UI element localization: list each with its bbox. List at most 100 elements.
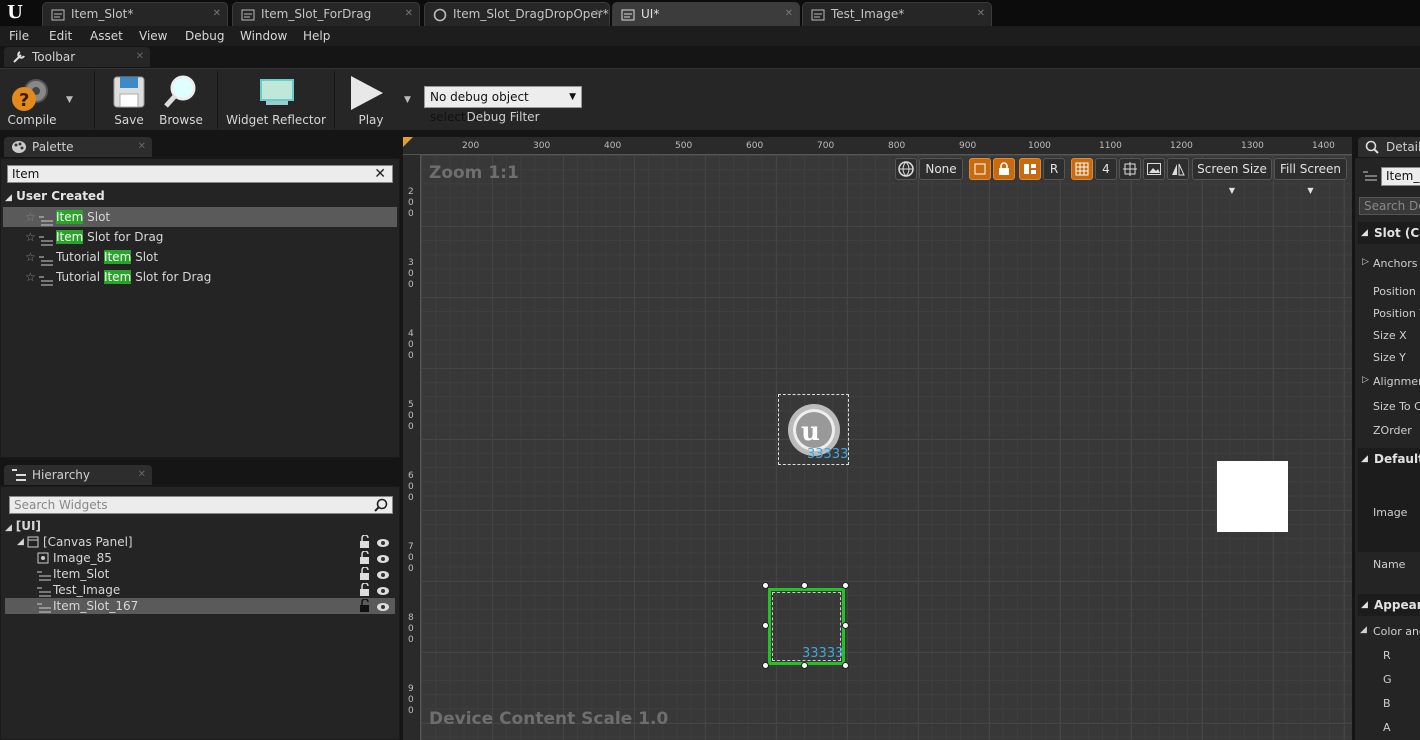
tab-item-slot[interactable]: Item_Slot* ✕ <box>42 2 228 26</box>
localization-preview-button[interactable] <box>895 158 917 180</box>
palette-tab[interactable]: Palette ✕ <box>4 137 152 157</box>
ruler-x-label: 1200 <box>1170 141 1193 151</box>
close-icon[interactable]: ✕ <box>138 137 146 157</box>
widget-reflector-button[interactable]: Widget Reflector <box>226 69 326 131</box>
ruler-x-label: 900 <box>959 141 977 151</box>
item-slot-167-widget[interactable]: 33333 <box>768 588 845 665</box>
save-button[interactable]: Save <box>106 69 152 131</box>
palette-panel: Item ✕ ◢ User Created ☆ Item Slot ☆ Item… <box>0 158 400 458</box>
hierarchy-row-item-slot-167[interactable]: Item_Slot_167 <box>5 598 395 614</box>
favorite-star-icon[interactable]: ☆ <box>25 207 36 227</box>
resize-handle[interactable] <box>842 622 849 629</box>
lock-visibility-controls <box>359 566 391 581</box>
palette-item-item-slot[interactable]: ☆ Item Slot <box>3 207 397 227</box>
close-icon[interactable]: ✕ <box>595 3 603 25</box>
unlock-icon[interactable] <box>359 598 371 616</box>
resize-handle[interactable] <box>762 662 769 669</box>
close-icon[interactable]: ✕ <box>136 47 144 67</box>
collapse-arrow-icon[interactable]: ◢ <box>1360 625 1367 635</box>
menu-file[interactable]: File <box>9 27 29 45</box>
image-icon <box>1147 163 1161 175</box>
palette-item-item-slot-for-drag[interactable]: ☆ Item Slot for Drag <box>3 227 397 247</box>
toggle-layout-button[interactable] <box>1019 158 1041 180</box>
design-canvas[interactable]: Zoom 1:1 Device Content Scale 1.0 None R… <box>421 155 1352 740</box>
test-image-widget[interactable] <box>1217 461 1288 532</box>
close-icon[interactable]: ✕ <box>138 465 146 485</box>
zoom-to-fit-button[interactable] <box>1119 158 1141 180</box>
clear-search-icon[interactable]: ✕ <box>374 166 386 182</box>
compile-button[interactable]: ? Compile <box>4 69 60 131</box>
toggle-outline-button[interactable] <box>969 158 991 180</box>
hierarchy-row-root[interactable]: ◢ [UI] <box>5 518 395 534</box>
resize-handle[interactable] <box>762 622 769 629</box>
tab-item-slot-fordrag[interactable]: Item_Slot_ForDrag ✕ <box>232 2 420 26</box>
play-options-dropdown-icon[interactable]: ▼ <box>404 95 411 105</box>
hierarchy-row-canvas-panel[interactable]: ◢ [Canvas Panel] <box>5 534 395 550</box>
resize-handle[interactable] <box>842 662 849 669</box>
hierarchy-row-item-slot[interactable]: Item_Slot <box>5 566 395 582</box>
eye-icon[interactable] <box>376 600 390 616</box>
culture-dropdown[interactable]: None <box>919 158 963 180</box>
toolbar-tab[interactable]: Toolbar ✕ <box>4 47 150 67</box>
expand-arrow-icon[interactable]: ▷ <box>1362 257 1369 267</box>
close-icon[interactable]: ✕ <box>405 3 413 25</box>
flip-preview-button[interactable] <box>1167 158 1189 180</box>
resize-handle[interactable] <box>842 582 849 589</box>
menu-bar: File Edit Asset View Debug Window Help <box>0 26 1420 46</box>
resize-handle[interactable] <box>801 582 808 589</box>
favorite-star-icon[interactable]: ☆ <box>25 247 36 267</box>
screen-size-dropdown[interactable]: Screen Size ▼ <box>1192 158 1272 195</box>
close-icon[interactable]: ✕ <box>785 3 793 25</box>
section-slot[interactable]: ◢ Slot (Can <box>1358 222 1420 244</box>
section-appearance[interactable]: ◢ Appeara <box>1358 594 1420 616</box>
widget-name-input[interactable]: Item_S <box>1381 167 1420 186</box>
close-icon[interactable]: ✕ <box>977 3 985 25</box>
background-image-button[interactable] <box>1143 158 1165 180</box>
details-search-input[interactable]: Search Det <box>1359 197 1420 215</box>
palette-item-tutorial-item-slot[interactable]: ☆ Tutorial Item Slot <box>3 247 397 267</box>
resize-handle[interactable] <box>801 662 808 669</box>
separator <box>334 71 335 129</box>
tab-test-image[interactable]: Test_Image* ✕ <box>802 2 992 26</box>
tab-ui[interactable]: UI* ✕ <box>612 2 800 26</box>
palette-search-input[interactable]: Item ✕ <box>7 165 393 183</box>
debug-object-dropdown[interactable]: No debug object selected ▼ <box>424 86 582 124</box>
toggle-lock-button[interactable] <box>993 158 1015 180</box>
respect-locks-button[interactable]: R <box>1043 158 1065 180</box>
ruler-y-label: 600 <box>408 471 414 503</box>
hierarchy-search-input[interactable]: Search Widgets <box>9 496 393 514</box>
grid-snap-size-dropdown[interactable]: 4 <box>1095 158 1117 180</box>
browse-button[interactable]: Browse <box>157 69 205 131</box>
magnifier-icon <box>163 74 199 113</box>
compile-options-dropdown-icon[interactable]: ▼ <box>66 95 73 105</box>
palette-item-tutorial-item-slot-for-drag[interactable]: ☆ Tutorial Item Slot for Drag <box>3 267 397 287</box>
zoom-level: Zoom 1:1 <box>429 163 519 183</box>
toolbar-tab-label: Toolbar <box>32 50 76 64</box>
favorite-star-icon[interactable]: ☆ <box>25 267 36 287</box>
unreal-logo-icon[interactable]: U <box>4 2 26 24</box>
menu-asset[interactable]: Asset <box>90 27 123 45</box>
menu-view[interactable]: View <box>139 27 167 45</box>
expand-arrow-icon[interactable]: ▷ <box>1362 375 1369 385</box>
favorite-star-icon[interactable]: ☆ <box>25 227 36 247</box>
compile-icon: ? <box>10 73 54 116</box>
image-85-widget[interactable]: u 33333 <box>778 394 849 465</box>
fill-screen-dropdown[interactable]: Fill Screen ▼ <box>1274 158 1347 195</box>
hierarchy-row-test-image[interactable]: Test_Image <box>5 582 395 598</box>
category-user-created[interactable]: ◢ User Created <box>5 189 105 203</box>
play-button[interactable]: Play <box>344 69 398 131</box>
close-icon[interactable]: ✕ <box>213 3 221 25</box>
resize-handle[interactable] <box>762 582 769 589</box>
menu-edit[interactable]: Edit <box>49 27 72 45</box>
menu-window[interactable]: Window <box>240 27 287 45</box>
tab-item-slot-dragdropoper[interactable]: Item_Slot_DragDropOper* ✕ <box>424 2 610 26</box>
details-tab[interactable]: Details <box>1358 137 1420 157</box>
hierarchy-row-image-85[interactable]: Image_85 <box>5 550 395 566</box>
grid-snap-toggle[interactable] <box>1071 158 1093 180</box>
menu-help[interactable]: Help <box>303 27 330 45</box>
respect-locks-label: R <box>1049 162 1059 176</box>
section-default[interactable]: ◢ Default <box>1358 448 1420 470</box>
hierarchy-tab[interactable]: Hierarchy ✕ <box>4 465 152 485</box>
ruler-x-label: 1400 <box>1312 141 1335 151</box>
menu-debug[interactable]: Debug <box>185 27 224 45</box>
